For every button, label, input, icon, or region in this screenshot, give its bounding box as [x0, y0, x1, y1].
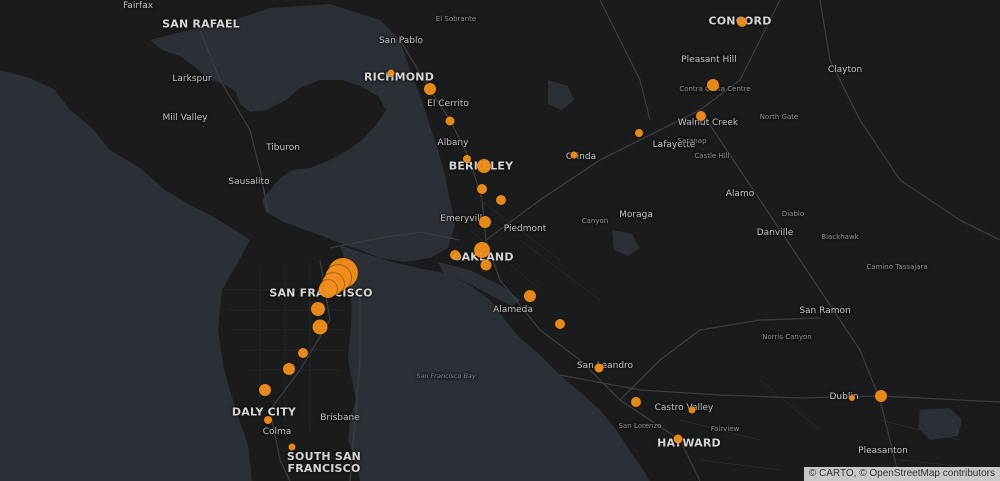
map-marker[interactable] [524, 290, 536, 302]
map-marker[interactable] [673, 434, 683, 444]
map-marker[interactable] [445, 116, 455, 126]
map-marker[interactable] [737, 17, 747, 27]
basemap [0, 0, 1000, 481]
map-marker[interactable] [555, 319, 565, 329]
map-marker[interactable] [298, 348, 308, 358]
map-marker[interactable] [319, 280, 337, 298]
map-marker[interactable] [594, 363, 604, 373]
map-marker[interactable] [387, 69, 395, 77]
map-marker[interactable] [477, 184, 487, 194]
map-marker[interactable] [283, 363, 295, 375]
map-marker[interactable] [480, 259, 492, 271]
map-marker[interactable] [496, 195, 506, 205]
map-attribution[interactable]: © CARTO, © OpenStreetMap contributors [803, 467, 1000, 481]
map-marker[interactable] [288, 443, 296, 451]
map-marker[interactable] [875, 390, 887, 402]
map-marker[interactable] [312, 319, 328, 335]
map-marker[interactable] [259, 384, 271, 396]
map-marker[interactable] [311, 302, 325, 316]
map-marker[interactable] [696, 111, 706, 121]
map-marker[interactable] [849, 395, 855, 401]
map-marker[interactable] [477, 159, 491, 173]
map-marker[interactable] [631, 397, 641, 407]
map-marker[interactable] [450, 250, 460, 260]
map-marker[interactable] [463, 155, 471, 163]
map-marker[interactable] [474, 242, 490, 258]
map-view[interactable]: Fairfax SAN RAFAEL Larkspur Mill Valley Tibu… [0, 0, 1000, 481]
map-marker[interactable] [707, 79, 719, 91]
map-marker[interactable] [635, 129, 643, 137]
map-marker[interactable] [424, 83, 436, 95]
map-marker[interactable] [570, 151, 578, 159]
map-marker[interactable] [479, 216, 491, 228]
map-marker[interactable] [264, 416, 272, 424]
map-marker[interactable] [688, 406, 696, 414]
